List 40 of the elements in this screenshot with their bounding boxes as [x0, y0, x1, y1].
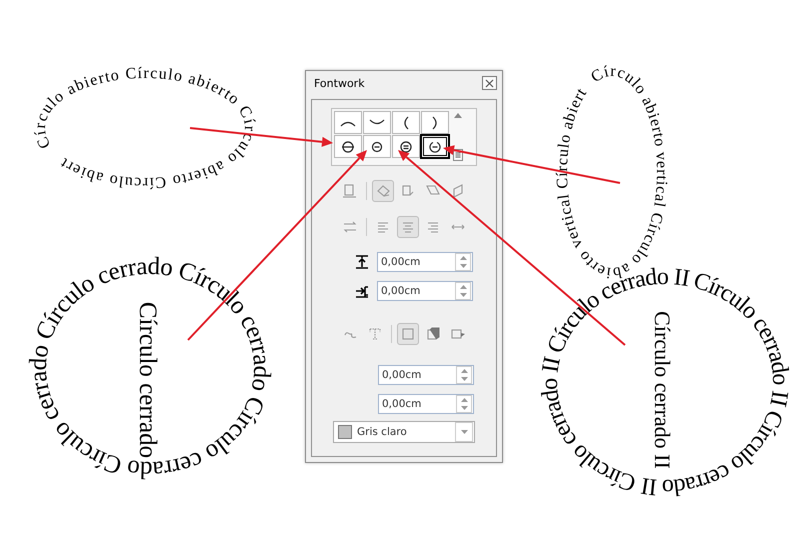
shape-icon: [400, 140, 412, 152]
color-dropdown[interactable]: Gris claro: [333, 421, 475, 443]
close-icon: [485, 78, 494, 88]
spin-arrows-icon[interactable]: [455, 253, 471, 271]
shape-option[interactable]: [334, 111, 362, 134]
spin-field[interactable]: 0,00cm: [378, 365, 474, 385]
shape-icon: [371, 140, 383, 152]
shape-icon: [403, 116, 409, 130]
shape-icon: [432, 116, 438, 130]
tool-icon: [425, 326, 441, 342]
panel-title: Fontwork: [314, 76, 365, 90]
toolbar-button[interactable]: [372, 180, 394, 202]
shape-option[interactable]: [392, 111, 420, 134]
indent-icon: [355, 284, 369, 298]
shape-option[interactable]: [421, 135, 449, 158]
spin-field[interactable]: 0,00cm: [377, 252, 473, 272]
tool-icon: [375, 183, 391, 199]
shape-option[interactable]: [334, 135, 362, 158]
shape-icon: [429, 140, 441, 152]
spin-field[interactable]: 0,00cm: [378, 394, 474, 414]
shape-option[interactable]: [421, 111, 449, 134]
toolbar-button[interactable]: [397, 323, 419, 345]
spin-arrows-icon[interactable]: [456, 366, 472, 384]
spin-arrows-icon[interactable]: [455, 282, 471, 300]
shape-icon: [369, 118, 385, 126]
shape-option[interactable]: [363, 135, 391, 158]
toolbar-button[interactable]: [397, 216, 419, 238]
scroll-up-icon[interactable]: [454, 113, 462, 118]
shape-icon: [342, 140, 354, 152]
shape-option[interactable]: [392, 135, 420, 158]
tool-icon: [367, 326, 383, 342]
spin-arrows-icon[interactable]: [456, 395, 472, 413]
shape-option[interactable]: [363, 111, 391, 134]
tool-icon: [342, 183, 358, 199]
gallery-scrollbar[interactable]: [451, 111, 465, 163]
distance-icon: [355, 255, 369, 269]
close-button[interactable]: [482, 76, 497, 90]
spin-field[interactable]: 0,00cm: [377, 281, 473, 301]
tool-icon: [400, 326, 416, 342]
tool-icon: [342, 219, 358, 235]
